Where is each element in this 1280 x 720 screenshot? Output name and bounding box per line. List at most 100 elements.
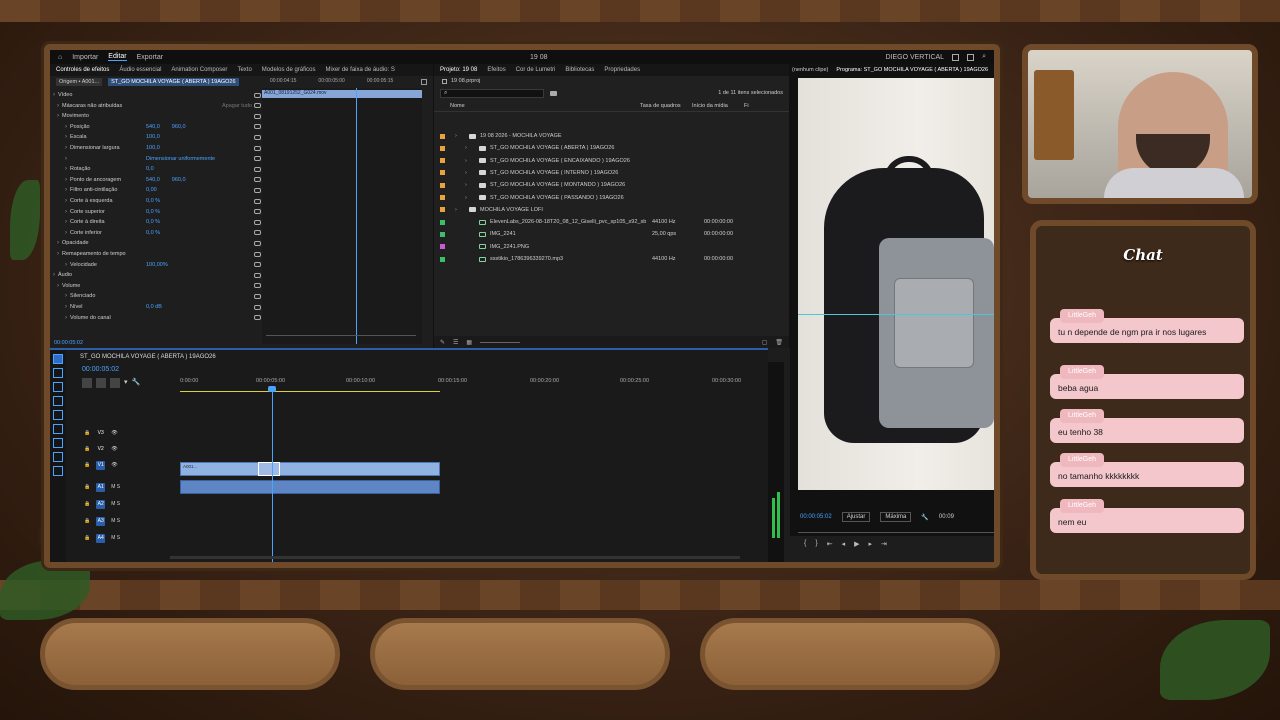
fit-dropdown[interactable]: Ajustar (841, 512, 871, 522)
expand-chevron-icon[interactable]: › (455, 207, 465, 213)
work-area-bar[interactable] (180, 391, 440, 392)
property-value[interactable]: Dimensionar uniformemente (146, 156, 215, 162)
mark-out-icon[interactable]: } (815, 540, 817, 548)
expand-chevron-icon[interactable]: › (54, 113, 62, 119)
reset-icon[interactable] (254, 219, 261, 225)
pencil-icon[interactable]: ✎ (440, 339, 445, 346)
reset-icon[interactable] (254, 187, 261, 193)
visibility-icon[interactable]: 👁 (111, 430, 117, 436)
label-color-swatch[interactable] (440, 256, 445, 262)
selection-tool-icon[interactable] (53, 354, 63, 364)
reset-icon[interactable] (254, 198, 261, 204)
project-item[interactable]: ssstikio_1786396339270.mp3 44100 Hz 00:00:… (434, 253, 789, 265)
goto-in-icon[interactable]: ⇤ (827, 540, 833, 548)
expand-chevron-icon[interactable]: › (62, 304, 70, 310)
effect-property-row[interactable]: › Movimento (50, 111, 261, 121)
fullscreen-icon[interactable] (967, 53, 975, 61)
tab-libraries[interactable]: Bibliotecas (565, 67, 594, 73)
property-value[interactable]: 0,0 % (146, 209, 160, 215)
expand-chevron-icon[interactable]: › (62, 145, 70, 151)
mute-solo-icon[interactable]: M S (111, 484, 120, 490)
expand-chevron-icon[interactable]: › (62, 209, 70, 215)
expand-chevron-icon[interactable]: › (50, 92, 58, 98)
expand-chevron-icon[interactable]: › (465, 158, 475, 164)
mute-solo-icon[interactable]: M S (111, 501, 120, 507)
snap-icon[interactable] (96, 378, 106, 388)
track-label[interactable]: A2 (96, 499, 106, 509)
menu-export[interactable]: Exportar (137, 54, 163, 61)
tab-essential-sound[interactable]: Áudio essencial (119, 67, 161, 73)
menu-edit[interactable]: Editar (108, 53, 127, 61)
property-value[interactable]: 100,0 (146, 134, 160, 140)
expand-chevron-icon[interactable]: › (54, 283, 62, 289)
trash-icon[interactable]: 🗑 (775, 339, 783, 346)
project-item[interactable]: IMG_2241 25,00 qps 00:00:00:00 (434, 228, 789, 240)
reset-icon[interactable] (254, 103, 261, 109)
reset-icon[interactable] (254, 92, 261, 98)
track-label[interactable]: A3 (96, 516, 106, 526)
effect-property-row[interactable]: › Posição 540,0 960,0 (50, 122, 261, 132)
reset-icon[interactable] (254, 293, 261, 299)
timeline-timecode[interactable]: 00:00:05:02 (82, 366, 119, 373)
track-select-icon[interactable] (53, 368, 63, 378)
effect-property-row[interactable]: › Volume (50, 281, 261, 291)
track-label[interactable]: V2 (96, 445, 105, 454)
property-value[interactable]: 540,0 (146, 124, 160, 130)
pen-icon[interactable] (53, 424, 63, 434)
expand-chevron-icon[interactable]: › (62, 187, 70, 193)
search-icon[interactable]: ⌕ (982, 53, 986, 61)
effect-property-row[interactable]: › Máscaras não atribuídas Apagar tudo (50, 101, 261, 111)
track-label[interactable]: V1 (96, 460, 106, 470)
audio-track-header[interactable]: 🔒 A3 M S (84, 514, 120, 528)
clip-bar[interactable]: A001_08191252_G024.mov (262, 90, 422, 98)
expand-chevron-icon[interactable]: › (62, 198, 70, 204)
selected-clip[interactable] (258, 462, 280, 476)
nest-icon[interactable] (82, 378, 92, 388)
expand-chevron-icon[interactable]: › (62, 262, 70, 268)
play-icon[interactable]: ▶ (854, 540, 859, 548)
source-dropdown[interactable]: Origem • A001... (56, 78, 103, 86)
label-color-swatch[interactable] (440, 231, 445, 237)
tab-properties[interactable]: Propriedades (604, 67, 640, 73)
ripple-edit-icon[interactable] (53, 382, 63, 392)
effect-property-row[interactable]: › Rotação 0,0 (50, 164, 261, 174)
effect-property-row[interactable]: › Ponto de ancoragem 540,0 960,0 (50, 175, 261, 185)
property-value[interactable]: 0,00 (146, 187, 157, 193)
label-color-swatch[interactable] (440, 170, 445, 176)
col-name[interactable]: Nome (450, 103, 640, 109)
lock-icon[interactable]: 🔒 (84, 518, 90, 524)
expand-chevron-icon[interactable]: › (50, 272, 58, 278)
wrench-icon[interactable]: 🔧 (921, 514, 928, 521)
step-forward-icon[interactable]: ▸ (868, 540, 872, 548)
workspace-label[interactable]: DIEGO VERTICAL (885, 54, 944, 61)
lock-icon[interactable]: 🔒 (84, 430, 90, 436)
effect-property-row[interactable]: › Escala 100,0 (50, 132, 261, 142)
label-color-swatch[interactable] (440, 133, 445, 139)
sequence-dropdown[interactable]: ST_GO MOCHILA VOYAGE ( ABERTA ) 19AGO26 (108, 78, 239, 86)
effect-property-row[interactable]: › Silenciado (50, 291, 261, 301)
tab-animation-composer[interactable]: Animation Composer (171, 67, 227, 73)
effect-property-row[interactable]: › Vídeo (50, 90, 261, 100)
col-media-start[interactable]: Início da mídia (692, 103, 744, 109)
share-icon[interactable] (952, 53, 960, 61)
audio-clip[interactable] (180, 480, 440, 494)
reset-icon[interactable] (254, 177, 261, 183)
quality-dropdown[interactable]: Máxima (880, 512, 912, 522)
lock-icon[interactable]: 🔒 (84, 535, 90, 541)
lock-icon[interactable]: 🔒 (84, 484, 90, 490)
property-value[interactable]: 0,0 dB (146, 304, 162, 310)
tab-effects[interactable]: Efeitos (487, 67, 505, 73)
tab-graphics-templates[interactable]: Modelos de gráficos (262, 67, 316, 73)
rectangle-icon[interactable] (53, 438, 63, 448)
lock-icon[interactable]: 🔒 (84, 462, 90, 468)
expand-chevron-icon[interactable]: › (465, 170, 475, 176)
reset-icon[interactable] (254, 166, 261, 172)
property-value[interactable]: 100,00% (146, 262, 168, 268)
marker-icon[interactable]: ▾ (124, 378, 128, 388)
razor-icon[interactable] (53, 396, 63, 406)
expand-chevron-icon[interactable]: › (62, 124, 70, 130)
property-value-2[interactable]: 960,0 (172, 124, 186, 130)
reset-icon[interactable] (254, 134, 261, 140)
program-tab[interactable]: Programa: ST_GO MOCHILA VOYAGE ( ABERTA … (836, 67, 988, 73)
expand-chevron-icon[interactable]: › (54, 103, 62, 109)
